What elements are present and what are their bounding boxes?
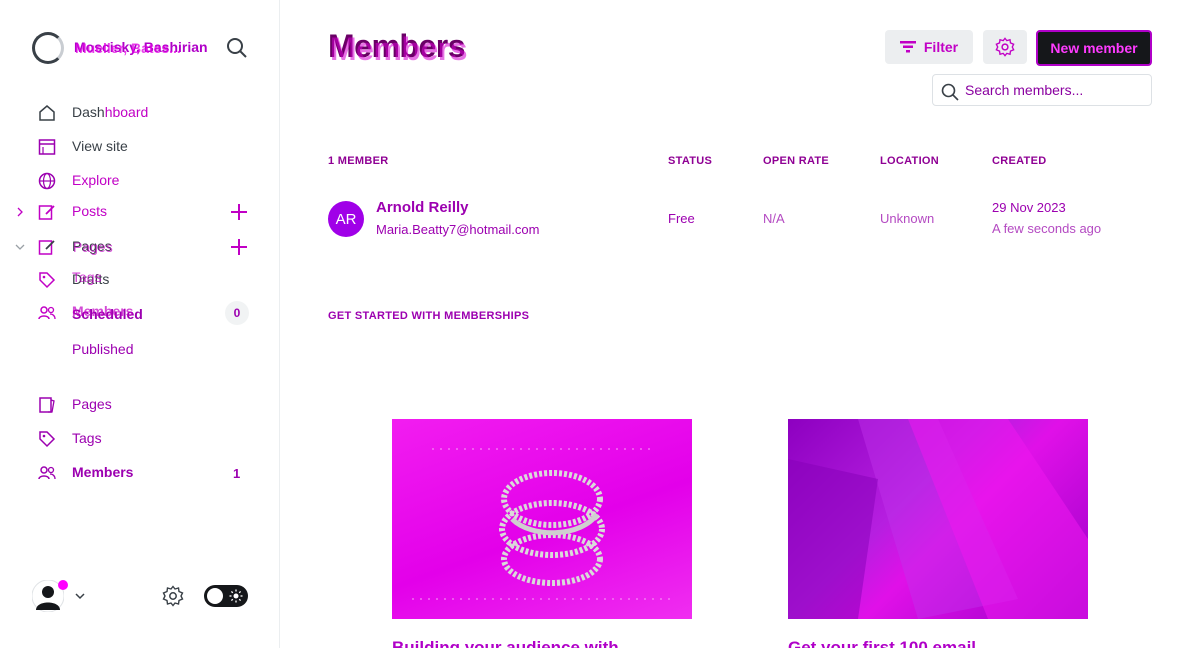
gear-icon (995, 37, 1015, 57)
nav-tags[interactable]: Tags (38, 427, 102, 451)
member-email: Maria.Beatty7@hotmail.com (376, 222, 540, 237)
member-status: Free (668, 211, 695, 226)
column-header-status[interactable]: STATUS (668, 155, 712, 167)
member-location: Unknown (880, 211, 935, 226)
column-header-location[interactable]: LOCATION (880, 155, 939, 167)
member-name: Arnold Reilly (376, 199, 469, 216)
coin-stack-illustration (412, 448, 672, 600)
nav-dashboard-label: Dashhboard (72, 104, 148, 120)
add-post-icon[interactable] (229, 202, 249, 222)
card-title-email[interactable]: Get your first 100 email (788, 638, 976, 648)
pages-icon (39, 397, 55, 413)
nav-explore-label: Explore (72, 172, 120, 188)
search-members-input[interactable] (965, 79, 1145, 101)
member-created-date: 29 Nov 2023 (992, 200, 1066, 215)
toggle-knob (207, 588, 223, 604)
card-image-email[interactable] (788, 419, 1088, 619)
column-header-created[interactable]: CREATED (992, 155, 1046, 167)
nav-tags-overlay-label: Tags (72, 269, 102, 285)
nav-drafts[interactable]: Drafts Tags (38, 268, 109, 292)
nav-dashboard[interactable]: Dashhboard (38, 101, 148, 125)
nav-scheduled[interactable]: Scheduled Members (38, 301, 143, 325)
chevron-down-icon[interactable] (74, 590, 86, 602)
globe-icon (38, 172, 56, 190)
nav-posts[interactable]: Posts (38, 200, 107, 224)
settings-gear-icon[interactable] (162, 585, 184, 607)
nav-pages[interactable]: Pages (38, 393, 112, 417)
nav-members-overlay-label: Members (72, 303, 134, 319)
envelope-illustration (788, 419, 1088, 619)
card-image-audience[interactable] (392, 419, 692, 619)
chevron-right-icon[interactable] (14, 206, 26, 218)
column-header-member: 1 MEMBER (328, 155, 389, 167)
edit-icon (38, 205, 55, 220)
chevron-down-icon[interactable] (14, 241, 26, 253)
nav-pages-overlay[interactable]: Pages Pages (38, 235, 113, 259)
nav-dashboard-label-a: Dash (72, 104, 105, 120)
column-header-open-rate[interactable]: OPEN RATE (763, 155, 829, 167)
theme-toggle[interactable] (204, 585, 248, 607)
nav-dashboard-label-b: hboard (104, 104, 149, 120)
page-title-overlay: Members (330, 31, 468, 67)
nav-view-site[interactable]: View site (38, 135, 128, 159)
filter-icon (899, 41, 916, 53)
site-brand[interactable]: Moscisky, Bashirian Mueller, Bates... (32, 32, 208, 64)
nav-view-site-label: View site (72, 138, 128, 154)
add-page-icon[interactable] (229, 237, 249, 257)
tag-icon (39, 272, 56, 289)
site-name: Moscisky, Bashirian Mueller, Bates... (74, 32, 208, 64)
nav-members[interactable]: Members (38, 461, 133, 485)
member-avatar: AR (328, 201, 364, 237)
search-icon[interactable] (226, 37, 248, 59)
sidebar: Moscisky, Bashirian Mueller, Bates... Da… (0, 0, 280, 648)
card-title-audience[interactable]: Building your audience with (392, 638, 619, 648)
member-created-ago: A few seconds ago (992, 221, 1102, 236)
search-members-field[interactable] (932, 74, 1152, 106)
members-settings-button[interactable] (983, 30, 1027, 64)
members-count: 1 (233, 466, 241, 481)
home-icon (39, 105, 55, 121)
notification-dot (58, 580, 68, 590)
filter-button-label: Filter (923, 39, 959, 55)
nav-pages-label: Pages (72, 396, 112, 412)
site-name-overlay-text: Mueller, Bates... (75, 40, 181, 56)
users-icon (38, 306, 56, 320)
get-started-heading: GET STARTED WITH MEMBERSHIPS (328, 310, 530, 322)
filter-button[interactable]: Filter (885, 30, 973, 64)
nav-explore[interactable]: Explore (38, 169, 119, 193)
members-overlay-count-badge: 0 (225, 301, 249, 325)
nav-published[interactable]: Published (72, 341, 134, 357)
search-icon (941, 83, 959, 101)
users-icon (38, 466, 56, 480)
nav-pages-overlay-label-2: Pages (73, 239, 113, 255)
site-logo-icon (32, 32, 64, 64)
member-open-rate: N/A (763, 211, 785, 226)
nav-members-label: Members (72, 464, 134, 480)
new-member-button[interactable]: New member (1036, 30, 1152, 66)
tag-icon (39, 431, 56, 448)
browser-icon (38, 139, 56, 155)
sun-icon (229, 589, 243, 603)
nav-posts-label: Posts (72, 203, 108, 219)
edit-icon (38, 240, 55, 255)
nav-tags-label: Tags (72, 430, 102, 446)
